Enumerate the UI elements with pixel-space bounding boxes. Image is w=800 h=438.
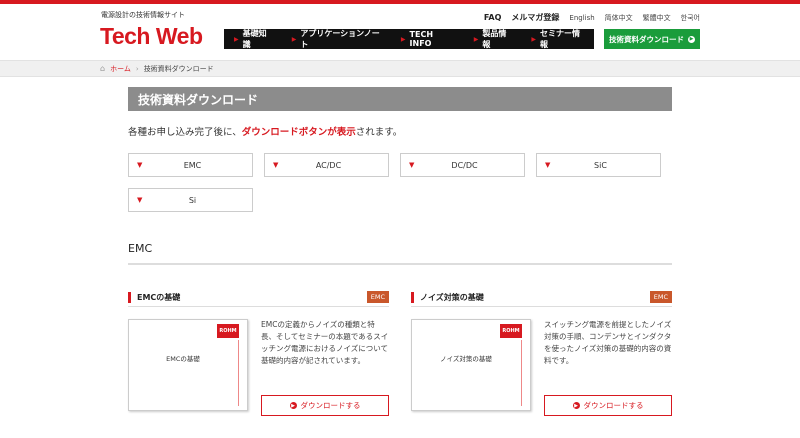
utility-links: FAQ メルマガ登録 English 简体中文 繁體中文 한국어 [484,12,700,23]
site-header: 電源設計の技術情報サイト Tech Web FAQ メルマガ登録 English… [0,4,800,60]
card-description: スイッチング電源を前提としたノイズ対策の手順、コンデンサとインダクタを使ったノイ… [544,320,672,365]
card-description: EMCの定義からノイズの種類と特長、そしてセミナーの本題であるスイッチング電源に… [261,320,389,365]
triangle-down-icon: ▼ [137,161,143,169]
newsletter-link[interactable]: メルマガ登録 [511,12,559,23]
intro-text: 各種お申し込み完了後に、ダウンロードボタンが表示されます。 [128,127,403,138]
category-dc-dc[interactable]: ▼ DC/DC [400,153,525,177]
triangle-down-icon: ▼ [545,161,551,169]
nav-item-products[interactable]: ▶ 製品情報 [464,28,522,50]
main-nav: ▶ 基礎知識 ▶ アプリケーションノート ▶ TECH INFO ▶ 製品情報 ▶ セミナ… [224,29,594,49]
card-body: ROHM ノイズ対策の基礎 スイッチング電源を前提としたノイズ対策の手順、コンデ… [411,319,672,416]
site-tagline: 電源設計の技術情報サイト [101,11,185,19]
download-button[interactable]: ▶ ダウンロードする [261,395,389,416]
arrow-circle-icon: ▶ [289,402,297,409]
triangle-right-icon: ▶ [234,35,239,43]
page-title: 技術資料ダウンロード [128,87,672,111]
category-sic[interactable]: ▼ SiC [536,153,661,177]
site-logo[interactable]: Tech Web [100,23,203,50]
triangle-down-icon: ▼ [273,161,279,169]
category-badge: EMC [649,291,672,303]
document-thumbnail: ROHM EMCの基礎 [128,319,248,411]
card-title: EMCの基礎 [128,291,180,303]
triangle-down-icon: ▼ [409,161,415,169]
breadcrumb-home-link[interactable]: ホーム [110,64,131,74]
document-card: ノイズ対策の基礎 EMC ROHM ノイズ対策の基礎 スイッチング電源を前提とし… [411,291,672,416]
card-title: ノイズ対策の基礎 [411,291,484,303]
category-filter: ▼ EMC ▼ AC/DC ▼ DC/DC ▼ SiC ▼ Si [128,153,672,212]
nav-item-basics[interactable]: ▶ 基礎知識 [224,28,282,50]
home-icon: ⌂ [100,64,106,73]
card-body: ROHM EMCの基礎 EMCの定義からノイズの種類と特長、そしてセミナーの本題… [128,319,389,416]
rohm-logo: ROHM [217,324,239,338]
header-download-button[interactable]: 技術資料ダウンロード ▶ [604,29,700,49]
triangle-right-icon: ▶ [473,35,479,43]
download-button[interactable]: ▶ ダウンロードする [544,395,672,416]
card-description-column: スイッチング電源を前提としたノイズ対策の手順、コンデンサとインダクタを使ったノイ… [544,319,672,416]
category-ac-dc[interactable]: ▼ AC/DC [264,153,389,177]
nav-item-tech-info[interactable]: ▶ TECH INFO [391,30,464,48]
card-header: EMCの基礎 EMC [128,291,389,307]
card-header: ノイズ対策の基礎 EMC [411,291,672,307]
thumbnail-accent-line [521,340,522,406]
card-description-column: EMCの定義からノイズの種類と特長、そしてセミナーの本題であるスイッチング電源に… [261,319,389,416]
faq-link[interactable]: FAQ [484,13,502,22]
lang-traditional-chinese-link[interactable]: 繁體中文 [643,13,671,23]
breadcrumb-current: 技術資料ダウンロード [143,64,214,73]
section-title: EMC [128,242,672,265]
document-cards: EMCの基礎 EMC ROHM EMCの基礎 EMCの定義からノイズの種類と特長… [128,291,672,416]
rohm-logo: ROHM [500,324,522,338]
triangle-down-icon: ▼ [137,196,143,204]
lang-english-link[interactable]: English [569,14,594,22]
intro-highlight: ダウンロードボタンが表示 [241,127,356,138]
thumbnail-title: EMCの基礎 [166,355,200,363]
arrow-circle-icon: ▶ [572,402,580,409]
arrow-circle-icon: ▶ [688,35,695,43]
nav-item-application-notes[interactable]: ▶ アプリケーションノート [282,28,391,50]
triangle-right-icon: ▶ [400,35,406,43]
breadcrumb: ⌂ ホーム › 技術資料ダウンロード [0,60,800,77]
main-content: 技術資料ダウンロード 各種お申し込み完了後に、ダウンロードボタンが表示されます。… [128,87,672,416]
document-thumbnail: ROHM ノイズ対策の基礎 [411,319,531,411]
thumbnail-title: ノイズ対策の基礎 [440,355,492,363]
category-badge: EMC [366,291,389,303]
category-emc[interactable]: ▼ EMC [128,153,253,177]
document-card: EMCの基礎 EMC ROHM EMCの基礎 EMCの定義からノイズの種類と特長… [128,291,389,416]
category-si[interactable]: ▼ Si [128,188,253,212]
breadcrumb-separator: › [135,64,139,73]
nav-item-seminars[interactable]: ▶ セミナー情報 [521,28,594,50]
lang-korean-link[interactable]: 한국어 [681,13,700,23]
lang-simplified-chinese-link[interactable]: 简体中文 [605,13,633,23]
thumbnail-accent-line [238,340,239,406]
triangle-right-icon: ▶ [531,35,537,43]
triangle-right-icon: ▶ [291,35,297,43]
